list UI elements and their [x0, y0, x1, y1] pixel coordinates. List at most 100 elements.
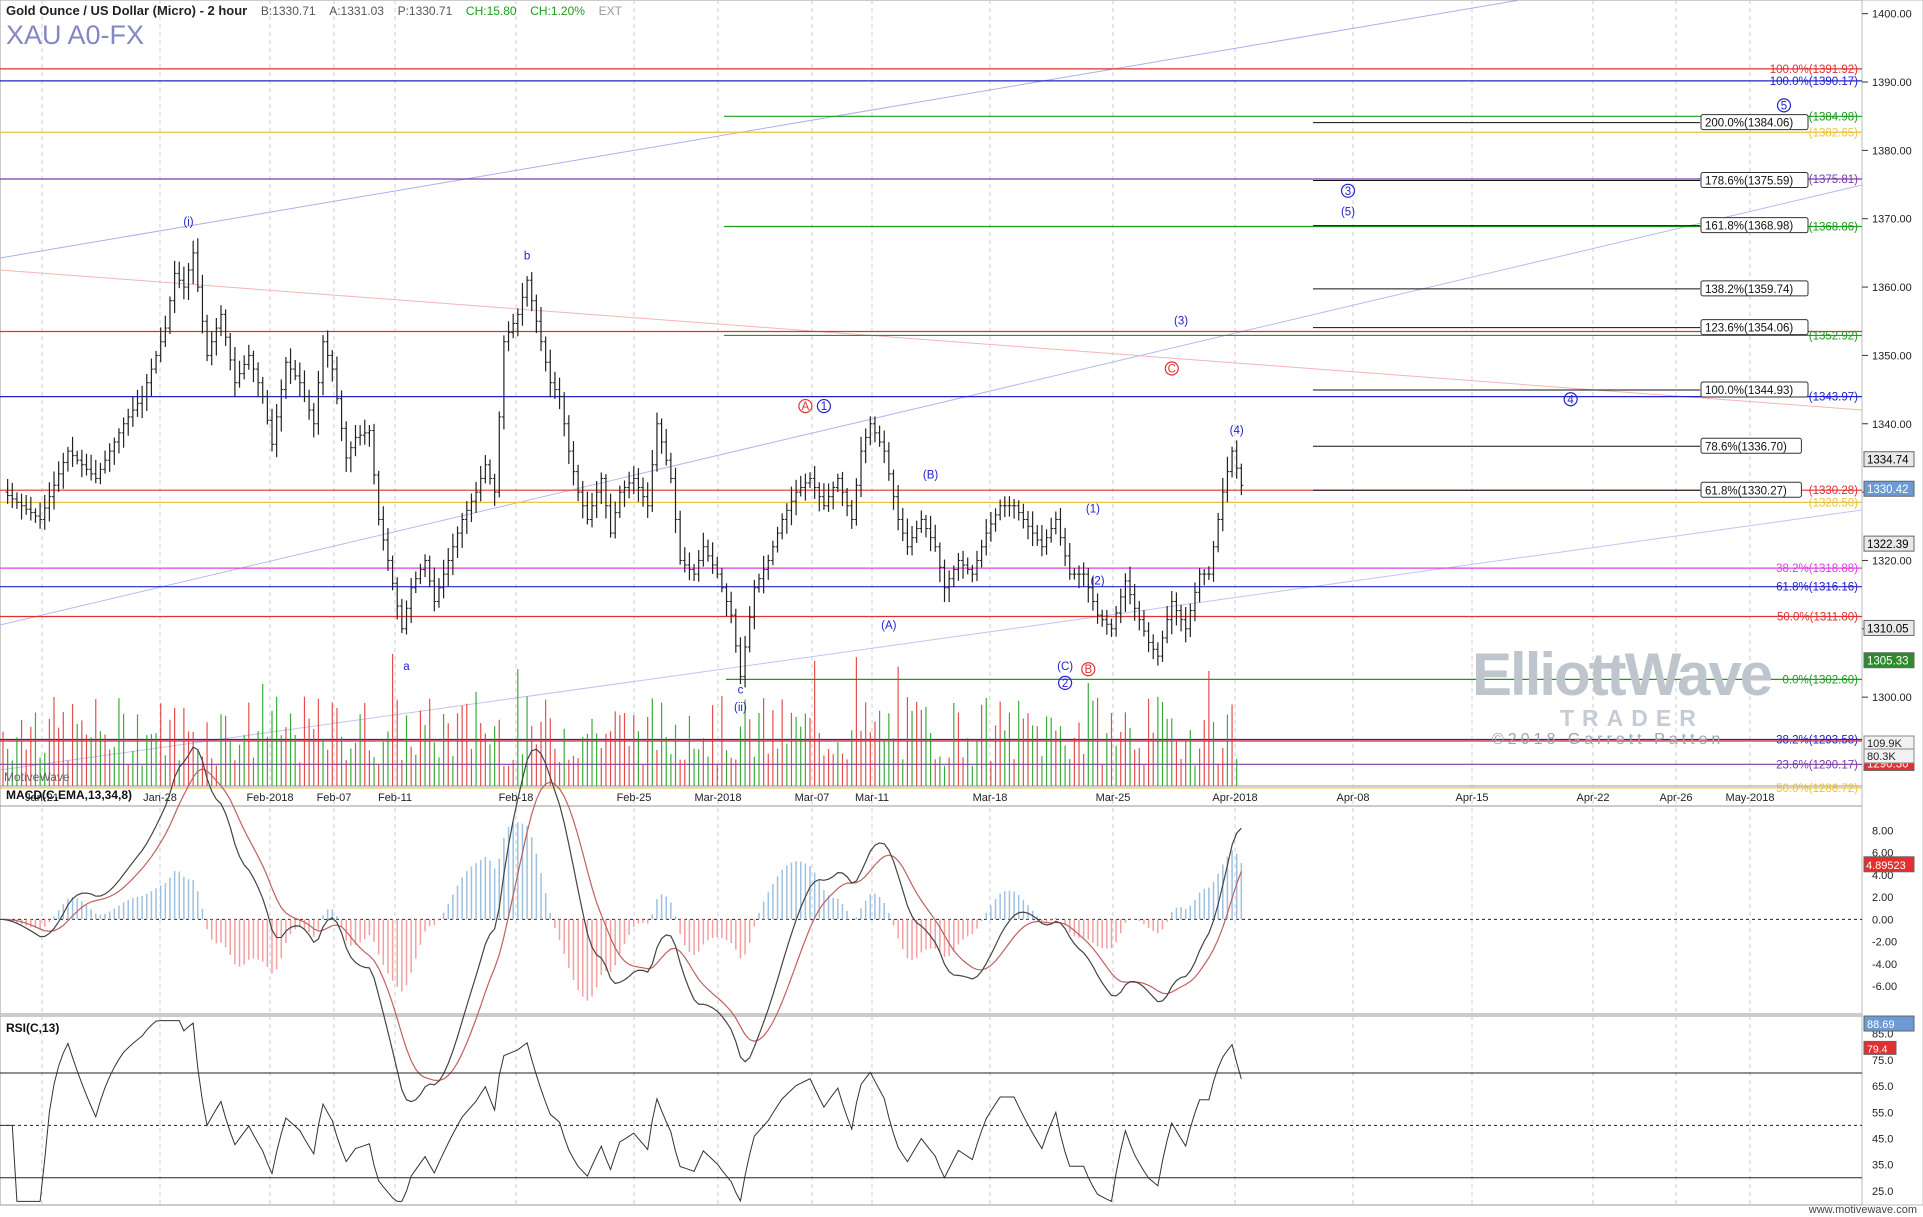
wave-label: b	[524, 251, 530, 263]
time-tick-label: May-2018	[1726, 792, 1775, 804]
fib-level-label: 23.6%(1290.17)	[1776, 759, 1858, 771]
wave-label: A	[802, 401, 810, 413]
price-tick-label: 1370.00	[1872, 214, 1912, 226]
wave-label: 2	[1062, 678, 1068, 690]
price-badge-label: 1334.74	[1867, 455, 1909, 467]
rsi-tick-label: 65.0	[1872, 1081, 1893, 1093]
macd-tick-label: 8.00	[1872, 825, 1893, 837]
time-tick-label: Mar-2018	[694, 792, 741, 804]
wave-label: (A)	[881, 620, 897, 632]
price-tick-label: 1400.00	[1872, 9, 1912, 21]
time-tick-label: Mar-18	[973, 792, 1008, 804]
volume-badge-label: 109.9K	[1867, 738, 1903, 750]
time-tick-label: Apr-26	[1659, 792, 1692, 804]
time-tick-label: Apr-2018	[1212, 792, 1257, 804]
price-tick-label: 1300.00	[1872, 692, 1912, 704]
wave-label: (C)	[1057, 661, 1073, 673]
ask-quote: A:1331.03	[329, 4, 384, 18]
change-percent: CH:1.20%	[530, 4, 585, 18]
price-badge-label: 1310.05	[1867, 623, 1909, 635]
projection-level-label: (1352.92)	[1809, 330, 1858, 342]
rsi-tick-label: 75.0	[1872, 1055, 1893, 1067]
price-badge-label: 1330.42	[1867, 484, 1909, 496]
fib-level-label: (1382.65)	[1809, 127, 1858, 139]
wave-label: (4)	[1230, 425, 1244, 437]
macd-tick-label: 0.00	[1872, 914, 1893, 926]
time-tick-label: Feb-07	[317, 792, 352, 804]
rsi-secondary-label: 79.4	[1867, 1043, 1888, 1055]
rsi-current-label: 88.69	[1867, 1019, 1895, 1031]
extension-label: 161.8%(1368.98)	[1705, 221, 1793, 233]
macd-tick-label: 2.00	[1872, 892, 1893, 904]
fib-level-label: 100.0%(1391.92)	[1770, 64, 1858, 76]
rsi-tick-label: 55.0	[1872, 1107, 1893, 1119]
instrument-title: Gold Ounce / US Dollar (Micro) - 2 hour	[6, 3, 248, 18]
fib-level-label: (1375.81)	[1809, 174, 1858, 186]
bid-quote: B:1330.71	[260, 4, 316, 18]
extension-label: 178.6%(1375.59)	[1705, 176, 1793, 188]
fib-level-label: (1343.97)	[1809, 392, 1858, 404]
macd-tick-label: -4.00	[1872, 959, 1897, 971]
price-tick-label: 1390.00	[1872, 77, 1912, 89]
wave-label: (ii)	[734, 702, 747, 714]
time-tick-label: Feb-25	[617, 792, 652, 804]
extension-label: 138.2%(1359.74)	[1705, 284, 1793, 296]
macd-panel-frame	[0, 805, 1863, 1015]
price-tick-label: 1360.00	[1872, 282, 1912, 294]
projection-level-label: (1384.98)	[1809, 111, 1858, 123]
price-badge-label: 1305.33	[1867, 656, 1909, 668]
rsi-tick-label: 35.0	[1872, 1160, 1893, 1172]
price-badge-label: 1322.39	[1867, 539, 1909, 551]
time-tick-label: Feb-2018	[246, 792, 293, 804]
time-tick-label: Feb-18	[499, 792, 534, 804]
platform-label: MotiveWave	[4, 770, 70, 784]
rsi-tick-label: 45.0	[1872, 1134, 1893, 1146]
macd-panel-label: MACD(C,EMA,13,34,8)	[6, 788, 133, 802]
brand-logo: ElliottWave	[1472, 641, 1773, 708]
extension-label: 61.8%(1330.27)	[1705, 485, 1787, 497]
wave-label: (i)	[183, 217, 193, 229]
ext-toggle[interactable]: EXT	[599, 4, 622, 18]
volume-badge-label: 80.3K	[1867, 751, 1896, 763]
wave-label: 3	[1345, 186, 1351, 198]
fib-level-label: (1328.50)	[1809, 497, 1858, 509]
fib-level-label: (1330.28)	[1809, 485, 1858, 497]
macd-tick-label: -2.00	[1872, 937, 1897, 949]
chart-header: Gold Ounce / US Dollar (Micro) - 2 hour …	[6, 3, 622, 18]
symbol-label: XAU A0-FX	[6, 20, 145, 50]
fib-level-label: 100.0%(1390.17)	[1770, 76, 1858, 88]
wave-label: 5	[1781, 100, 1787, 112]
wave-label: c	[738, 685, 744, 697]
projection-level-label: (1368.86)	[1809, 222, 1858, 234]
wave-label: (5)	[1341, 206, 1355, 218]
extension-label: 200.0%(1384.06)	[1705, 118, 1793, 130]
fib-level-label: 38.2%(1318.88)	[1776, 563, 1858, 575]
time-tick-label: Apr-08	[1336, 792, 1369, 804]
site-credit: www.motivewave.com	[1808, 1204, 1917, 1216]
copyright-text: ©2018 Garrett Patten	[1492, 731, 1725, 748]
wave-label: C	[1168, 363, 1176, 375]
wave-label: (3)	[1174, 316, 1188, 328]
price-tick-label: 1380.00	[1872, 145, 1912, 157]
fib-level-label: 61.8%(1316.16)	[1776, 582, 1858, 594]
change-value: CH:15.80	[465, 4, 517, 18]
price-tick-label: 1350.00	[1872, 350, 1912, 362]
extension-label: 123.6%(1354.06)	[1705, 323, 1793, 335]
time-tick-label: Mar-11	[855, 792, 889, 804]
extension-label: 100.0%(1344.93)	[1705, 385, 1793, 397]
wave-label: (2)	[1091, 575, 1105, 587]
extension-label: 78.6%(1336.70)	[1705, 441, 1787, 453]
projection-level-label: 0.0%(1302.60)	[1783, 674, 1859, 686]
time-tick-label: Jan-28	[143, 792, 177, 804]
rsi-panel-label: RSI(C,13)	[6, 1021, 60, 1035]
macd-tick-label: -6.00	[1872, 981, 1897, 993]
rsi-panel-frame	[0, 1015, 1863, 1206]
time-tick-label: Mar-07	[795, 792, 830, 804]
wave-label: (1)	[1086, 504, 1100, 516]
wave-label: (B)	[923, 469, 939, 481]
fib-level-label: 50.0%(1311.80)	[1777, 611, 1858, 623]
price-tick-label: 1340.00	[1872, 419, 1912, 431]
chart-canvas: Jan-21 Jan-28 Feb-2018 Feb-07 Feb-11 Feb-18 Fe…	[0, 0, 1923, 1206]
wave-label: B	[1084, 664, 1092, 676]
time-tick-label: Feb-11	[378, 792, 412, 804]
